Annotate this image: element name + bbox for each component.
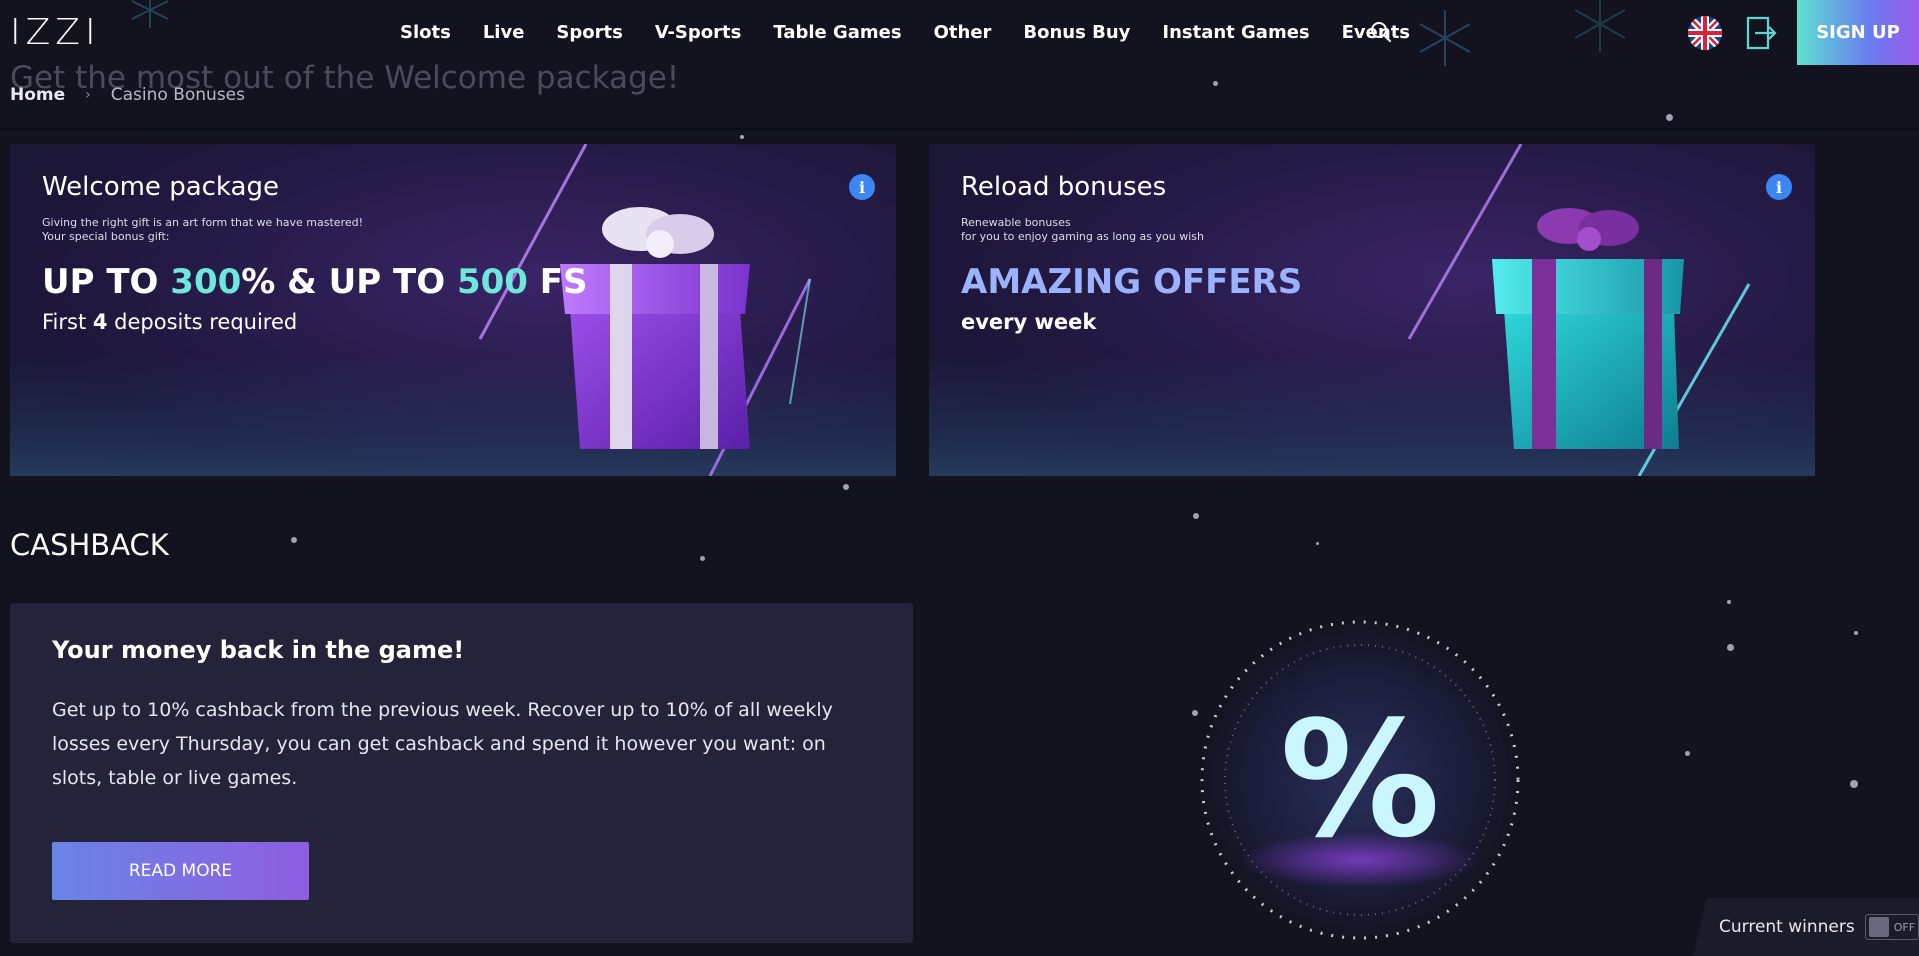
line-value: 4 <box>92 310 108 334</box>
headline-text: % & UP TO <box>241 262 457 302</box>
snow-dot <box>740 135 744 139</box>
nav-other[interactable]: Other <box>934 22 992 43</box>
card-line: every week <box>961 310 1097 334</box>
snow-dot <box>1850 780 1858 788</box>
snow-dot <box>1854 631 1858 635</box>
cashback-description: Get up to 10% cashback from the previous… <box>52 699 833 789</box>
info-icon[interactable]: i <box>1766 174 1792 200</box>
card-line: First 4 deposits required <box>42 310 297 334</box>
toggle-state: OFF <box>1893 920 1916 934</box>
nav-slots[interactable]: Slots <box>400 22 451 43</box>
info-icon[interactable]: i <box>849 174 875 200</box>
percent-badge-graphic: % <box>1200 620 1520 940</box>
search-icon[interactable] <box>1370 21 1392 43</box>
card-subtitle-line: Renewable bonuses <box>961 216 1071 229</box>
nav-live[interactable]: Live <box>483 22 525 43</box>
chevron-right-icon: › <box>85 87 91 103</box>
snow-dot <box>700 556 705 561</box>
current-winners-bar: Current winners OFF <box>1693 898 1919 956</box>
cashback-card: Your money back in the game! Get up to 1… <box>10 603 913 943</box>
card-title: Reload bonuses <box>961 172 1167 202</box>
breadcrumb: Home › Casino Bonuses <box>10 85 245 105</box>
nav-instant-games[interactable]: Instant Games <box>1162 22 1309 43</box>
snow-dot <box>1727 644 1734 651</box>
site-header: IZZI Slots Live Sports V-Sports Table Ga… <box>0 0 1919 66</box>
line-text: deposits required <box>107 310 298 334</box>
line-text: First <box>42 310 93 334</box>
snow-dot <box>1727 600 1731 604</box>
read-more-button[interactable]: READ MORE <box>52 842 309 900</box>
nav-v-sports[interactable]: V-Sports <box>655 22 742 43</box>
uk-flag-icon[interactable] <box>1688 16 1722 50</box>
snow-dot <box>1193 513 1199 519</box>
card-subtitle: Renewable bonuses for you to enjoy gamin… <box>961 216 1204 244</box>
current-winners-toggle[interactable]: OFF <box>1864 914 1919 940</box>
cashback-section-title: CASHBACK <box>10 528 169 562</box>
signup-button[interactable]: SIGN UP <box>1797 0 1919 65</box>
nav-table-games[interactable]: Table Games <box>773 22 901 43</box>
nav-sports[interactable]: Sports <box>556 22 622 43</box>
card-subtitle-line: Giving the right gift is an art form tha… <box>42 216 364 229</box>
card-subtitle-line: for you to enjoy gaming as long as you w… <box>961 230 1204 243</box>
teal-gift-icon <box>1492 208 1684 449</box>
snow-dot <box>1316 542 1319 545</box>
card-subtitle: Giving the right gift is an art form tha… <box>42 216 363 244</box>
card-headline: UP TO 300% & UP TO 500 FS <box>42 262 588 302</box>
divider <box>0 128 1919 130</box>
breadcrumb-current: Casino Bonuses <box>110 85 245 105</box>
headline-value: 500 <box>456 262 528 302</box>
snow-dot <box>1666 114 1673 121</box>
cashback-heading: Your money back in the game! <box>52 636 465 664</box>
breadcrumb-home-link[interactable]: Home <box>10 85 65 105</box>
main-nav: Slots Live Sports V-Sports Table Games O… <box>400 0 1442 64</box>
login-icon[interactable] <box>1741 15 1777 51</box>
headline-value: 300 <box>170 262 242 302</box>
toggle-knob <box>1868 917 1889 937</box>
snow-dot <box>1685 751 1690 756</box>
current-winners-label: Current winners <box>1719 917 1855 937</box>
izzi-logo[interactable]: IZZI <box>10 12 101 53</box>
snow-dot <box>843 484 849 490</box>
card-title: Welcome package <box>42 172 279 202</box>
headline-text: UP TO <box>42 262 171 302</box>
nav-bonus-buy[interactable]: Bonus Buy <box>1023 22 1130 43</box>
snowflake-icon <box>131 0 169 28</box>
snowflake-icon <box>1574 0 1626 52</box>
snow-dot <box>1213 81 1218 86</box>
reload-bonuses-card[interactable]: Reload bonuses Renewable bonuses for you… <box>929 144 1815 476</box>
snow-dot <box>291 537 297 543</box>
card-subtitle-line: Your special bonus gift: <box>42 230 170 243</box>
purple-gift-icon <box>560 207 750 449</box>
card-headline: AMAZING OFFERS <box>961 262 1303 302</box>
headline-text: FS <box>527 262 588 302</box>
percent-symbol: % <box>1280 686 1440 873</box>
welcome-package-card[interactable]: Welcome package Giving the right gift is… <box>10 144 896 476</box>
